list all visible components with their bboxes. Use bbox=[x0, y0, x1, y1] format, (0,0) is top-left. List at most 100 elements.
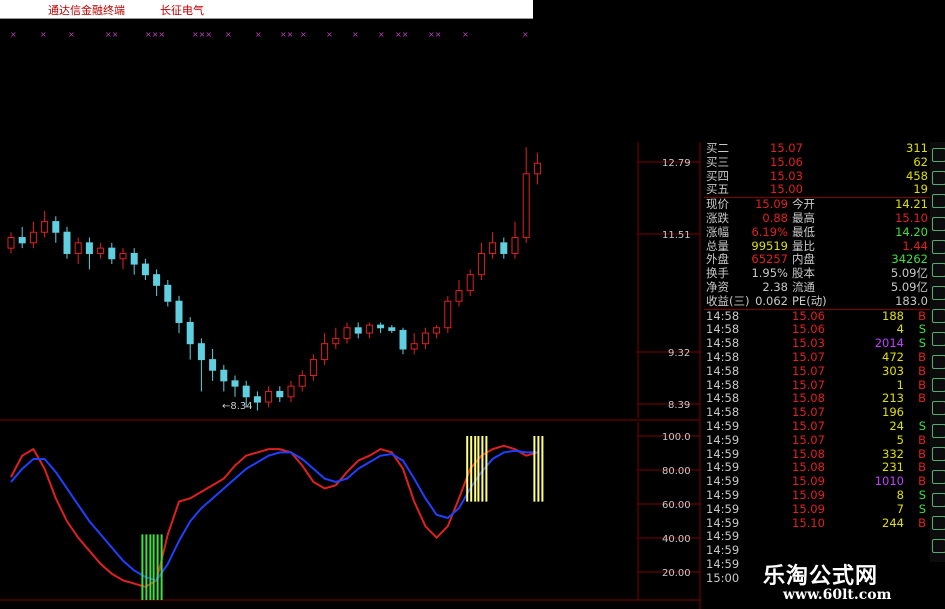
toolbar-icon[interactable] bbox=[932, 401, 945, 415]
tick-row[interactable]: 14:59 15.09 7 S bbox=[704, 501, 930, 517]
candle bbox=[220, 364, 228, 392]
svg-text:×: × bbox=[255, 30, 262, 39]
candle bbox=[209, 349, 217, 381]
tick-time: 14:59 bbox=[706, 515, 740, 530]
toolbar-icon[interactable] bbox=[932, 332, 945, 346]
toolbar-icon[interactable] bbox=[932, 355, 945, 369]
candle bbox=[511, 221, 519, 259]
toolbar-icon[interactable] bbox=[932, 194, 945, 208]
candle bbox=[421, 327, 429, 349]
candle bbox=[197, 338, 205, 392]
tick-row[interactable]: 14:59 15.09 1010 B bbox=[704, 474, 930, 489]
kd-d-line bbox=[10, 449, 538, 582]
toolbar-icon[interactable] bbox=[932, 470, 945, 484]
tick-row[interactable]: 14:58 15.03 2014 S bbox=[704, 336, 930, 351]
watermark: 乐淘公式网 www.60lt.com bbox=[757, 556, 945, 609]
toolbar-icon[interactable] bbox=[932, 309, 945, 323]
candle bbox=[500, 237, 508, 259]
tick-row[interactable]: 14:58 15.07 472 B bbox=[704, 349, 930, 365]
tick-volume: 5 bbox=[896, 432, 904, 447]
candle bbox=[332, 327, 340, 349]
candlestick-series bbox=[7, 147, 541, 411]
tick-time: 14:58 bbox=[706, 391, 740, 406]
tick-row[interactable]: 14:59 15.08 332 B bbox=[704, 446, 930, 462]
tick-volume: 472 bbox=[882, 349, 904, 364]
toolbar-icon[interactable] bbox=[932, 378, 945, 392]
tick-price: 15.09 bbox=[792, 501, 825, 516]
tick-time: 15:00 bbox=[706, 570, 740, 585]
stat-label: 股本 bbox=[792, 266, 815, 281]
candle bbox=[399, 327, 407, 355]
svg-text:×××: ××× bbox=[192, 30, 212, 39]
candle-body bbox=[253, 396, 261, 403]
indicator-axis: 100.0 80.00 60.00 40.00 20.00 bbox=[638, 432, 700, 579]
stat-label: 总量 bbox=[706, 238, 729, 253]
tick-row[interactable]: 14:58 15.06 4 S bbox=[704, 323, 930, 337]
stat-label: 净资 bbox=[706, 279, 729, 294]
tick-row[interactable]: 14:59 15.07 24 S bbox=[704, 419, 930, 434]
indicator-tick-label: 60.00 bbox=[662, 500, 691, 511]
tick-row[interactable]: 14:59 15.07 5 B bbox=[704, 432, 930, 448]
tick-row[interactable]: 14:58 15.07 196 bbox=[704, 405, 930, 420]
bid-volume: 19 bbox=[913, 182, 928, 197]
price-tick-label: 8.39 bbox=[668, 400, 690, 411]
candle-body bbox=[511, 237, 519, 254]
tick-row[interactable]: 14:59 bbox=[704, 530, 930, 544]
stat-value: 99519 bbox=[751, 238, 788, 253]
svg-text:××: ×× bbox=[105, 30, 118, 39]
toolbar-icon[interactable] bbox=[932, 493, 945, 507]
tick-list[interactable]: 14:58 15.06 188 B 14:58 15.06 4 S 14:58 15.03 2014… bbox=[704, 308, 930, 586]
stat-value: 15.09 bbox=[755, 197, 788, 212]
candle-body bbox=[354, 327, 362, 334]
candle bbox=[186, 317, 194, 360]
tick-volume: 1 bbox=[896, 377, 904, 392]
tick-row[interactable]: 14:59 15.08 231 B bbox=[704, 461, 930, 475]
toolbar-icon[interactable] bbox=[932, 424, 945, 438]
tick-side: B bbox=[918, 446, 926, 461]
candle-body bbox=[97, 247, 105, 254]
tick-row[interactable]: 14:58 15.06 188 B bbox=[704, 308, 930, 324]
tick-side: B bbox=[918, 308, 926, 323]
toolbar-icon[interactable] bbox=[932, 240, 945, 254]
toolbar-icon[interactable] bbox=[932, 516, 945, 530]
bid-row: 买四 15.03 458 bbox=[704, 168, 930, 184]
candle-body bbox=[276, 390, 284, 398]
svg-text:×: × bbox=[300, 30, 307, 39]
tick-row[interactable]: 14:59 15.10 244 B bbox=[704, 515, 930, 531]
tick-row[interactable]: 14:58 15.07 1 B bbox=[704, 377, 930, 393]
tick-row[interactable]: 14:59 15.09 8 S bbox=[704, 488, 930, 503]
candle-body bbox=[332, 337, 340, 345]
stat-value: 1.44 bbox=[902, 238, 928, 253]
app-title: 通达信金融终端 bbox=[48, 4, 125, 17]
tick-side: B bbox=[918, 474, 926, 489]
candle-body bbox=[265, 390, 273, 403]
toolbar-icon[interactable] bbox=[932, 217, 945, 231]
candle bbox=[489, 232, 497, 259]
svg-text:×: × bbox=[40, 30, 47, 39]
candle-body bbox=[388, 327, 396, 331]
toolbar-icon[interactable] bbox=[932, 171, 945, 185]
tick-side: B bbox=[918, 432, 926, 447]
toolbar-icon[interactable] bbox=[932, 539, 945, 553]
kd-k-line bbox=[10, 444, 538, 588]
tick-row[interactable]: 14:58 15.08 213 B bbox=[704, 392, 930, 406]
toolbar-icon[interactable] bbox=[932, 447, 945, 461]
indicator-tick-label: 20.00 bbox=[662, 568, 691, 579]
candle-body bbox=[410, 343, 418, 350]
stat-label: 涨幅 bbox=[706, 224, 729, 239]
bid-volume: 311 bbox=[906, 142, 928, 155]
watermark-url: www.60lt.com bbox=[783, 587, 892, 603]
bid-label: 买四 bbox=[706, 168, 729, 183]
price-tick-label: 12.79 bbox=[662, 158, 691, 169]
tick-time: 14:59 bbox=[706, 446, 740, 461]
tick-row[interactable]: 14:58 15.07 303 B bbox=[704, 364, 930, 379]
candle bbox=[343, 322, 351, 344]
toolbar-icon[interactable] bbox=[932, 286, 945, 300]
toolbar-icon[interactable] bbox=[932, 148, 945, 162]
candle-body bbox=[197, 343, 205, 361]
toolbar-icon[interactable] bbox=[932, 263, 945, 277]
candle-body bbox=[164, 284, 172, 302]
candle bbox=[153, 269, 161, 296]
tick-side: S bbox=[918, 322, 926, 337]
candle bbox=[119, 248, 127, 270]
